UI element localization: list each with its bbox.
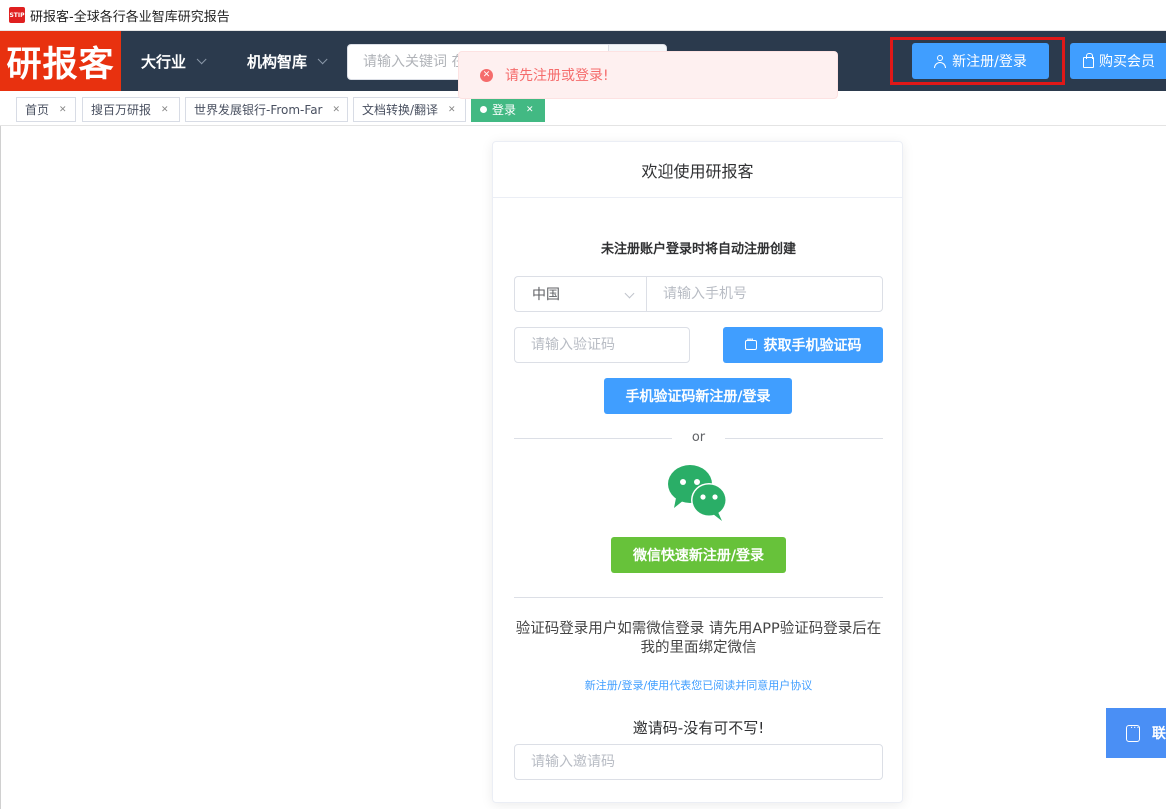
shopping-bag-icon — [1083, 52, 1094, 68]
toast-message: 请先注册或登录! — [505, 68, 609, 84]
window-titlebar: STIP 研报客-全球各行各业智库研究报告 — [0, 0, 1166, 31]
active-dot-icon — [480, 106, 487, 113]
get-code-button[interactable]: 获取手机验证码 — [723, 327, 883, 363]
phone-login-button[interactable]: 手机验证码新注册/登录 — [604, 378, 792, 414]
left-border — [0, 126, 1, 809]
chevron-down-icon — [196, 53, 207, 64]
close-icon[interactable]: ✕ — [526, 105, 534, 115]
divider-right — [725, 438, 883, 439]
user-icon — [934, 55, 947, 68]
phone-input[interactable] — [646, 276, 883, 312]
user-agreement-link[interactable]: 新注册/登录/使用代表您已阅读并同意用户协议 — [493, 677, 904, 693]
region-value: 中国 — [532, 287, 560, 303]
register-login-button[interactable]: 新注册/登录 — [912, 43, 1049, 79]
nav-industry[interactable]: 大行业 — [141, 31, 207, 91]
tab-label: 登录 — [492, 103, 517, 117]
wechat-bind-tip: 验证码登录用户如需微信登录 请先用APP验证码登录后在我的里面绑定微信 — [515, 621, 882, 656]
buy-membership-label: 购买会员 — [1099, 54, 1155, 70]
error-toast: ✕ 请先注册或登录! — [458, 51, 838, 99]
tab-label: 世界发展银行-From-Far — [194, 103, 323, 117]
chevron-down-icon — [317, 53, 328, 64]
nav-institution[interactable]: 机构智库 — [247, 31, 328, 91]
invite-code-input[interactable] — [514, 744, 883, 780]
close-icon[interactable]: ✕ — [448, 105, 456, 115]
chevron-down-icon — [624, 288, 635, 299]
wechat-login-button[interactable]: 微信快速新注册/登录 — [611, 537, 786, 573]
wechat-icon[interactable] — [666, 460, 730, 524]
close-icon[interactable]: ✕ — [332, 105, 340, 115]
tab-world-bank[interactable]: 世界发展银行-From-Far ✕ — [185, 97, 348, 122]
contact-float-button[interactable]: 联 — [1106, 708, 1166, 758]
invite-code-title: 邀请码-没有可不写! — [632, 719, 765, 737]
nav-institution-label: 机构智库 — [247, 52, 308, 71]
error-icon: ✕ — [480, 68, 493, 82]
tab-label: 文档转换/翻译 — [362, 103, 439, 117]
close-icon[interactable]: ✕ — [59, 105, 67, 115]
contact-label: 联 — [1152, 726, 1166, 742]
buy-membership-button[interactable]: 购买会员 — [1070, 43, 1166, 79]
window-title: 研报客-全球各行各业智库研究报告 — [30, 9, 230, 25]
login-card-title: 欢迎使用研报客 — [493, 142, 902, 198]
get-code-label: 获取手机验证码 — [763, 338, 862, 354]
tab-label: 首页 — [25, 103, 50, 117]
tab-login[interactable]: 登录 ✕ — [471, 97, 545, 122]
section-divider — [514, 597, 883, 598]
brand-logo[interactable]: 研报客 — [0, 31, 121, 91]
tab-doc-convert[interactable]: 文档转换/翻译 ✕ — [353, 97, 466, 122]
chat-icon — [1126, 723, 1140, 742]
register-login-label: 新注册/登录 — [952, 54, 1027, 70]
close-icon[interactable]: ✕ — [161, 105, 169, 115]
tab-search-reports[interactable]: 搜百万研报 ✕ — [82, 97, 180, 122]
region-select[interactable]: 中国 — [514, 276, 647, 312]
auto-register-notice: 未注册账户登录时将自动注册创建 — [600, 242, 796, 257]
tab-home[interactable]: 首页 ✕ — [16, 97, 76, 122]
login-card: 欢迎使用研报客 未注册账户登录时将自动注册创建 中国 获取手机验证码 手机验证码… — [492, 141, 903, 803]
app-icon: STIP — [9, 7, 25, 23]
verification-code-input[interactable] — [514, 327, 690, 363]
nav-industry-label: 大行业 — [141, 52, 187, 71]
message-icon — [744, 335, 757, 350]
tab-label: 搜百万研报 — [91, 103, 152, 117]
